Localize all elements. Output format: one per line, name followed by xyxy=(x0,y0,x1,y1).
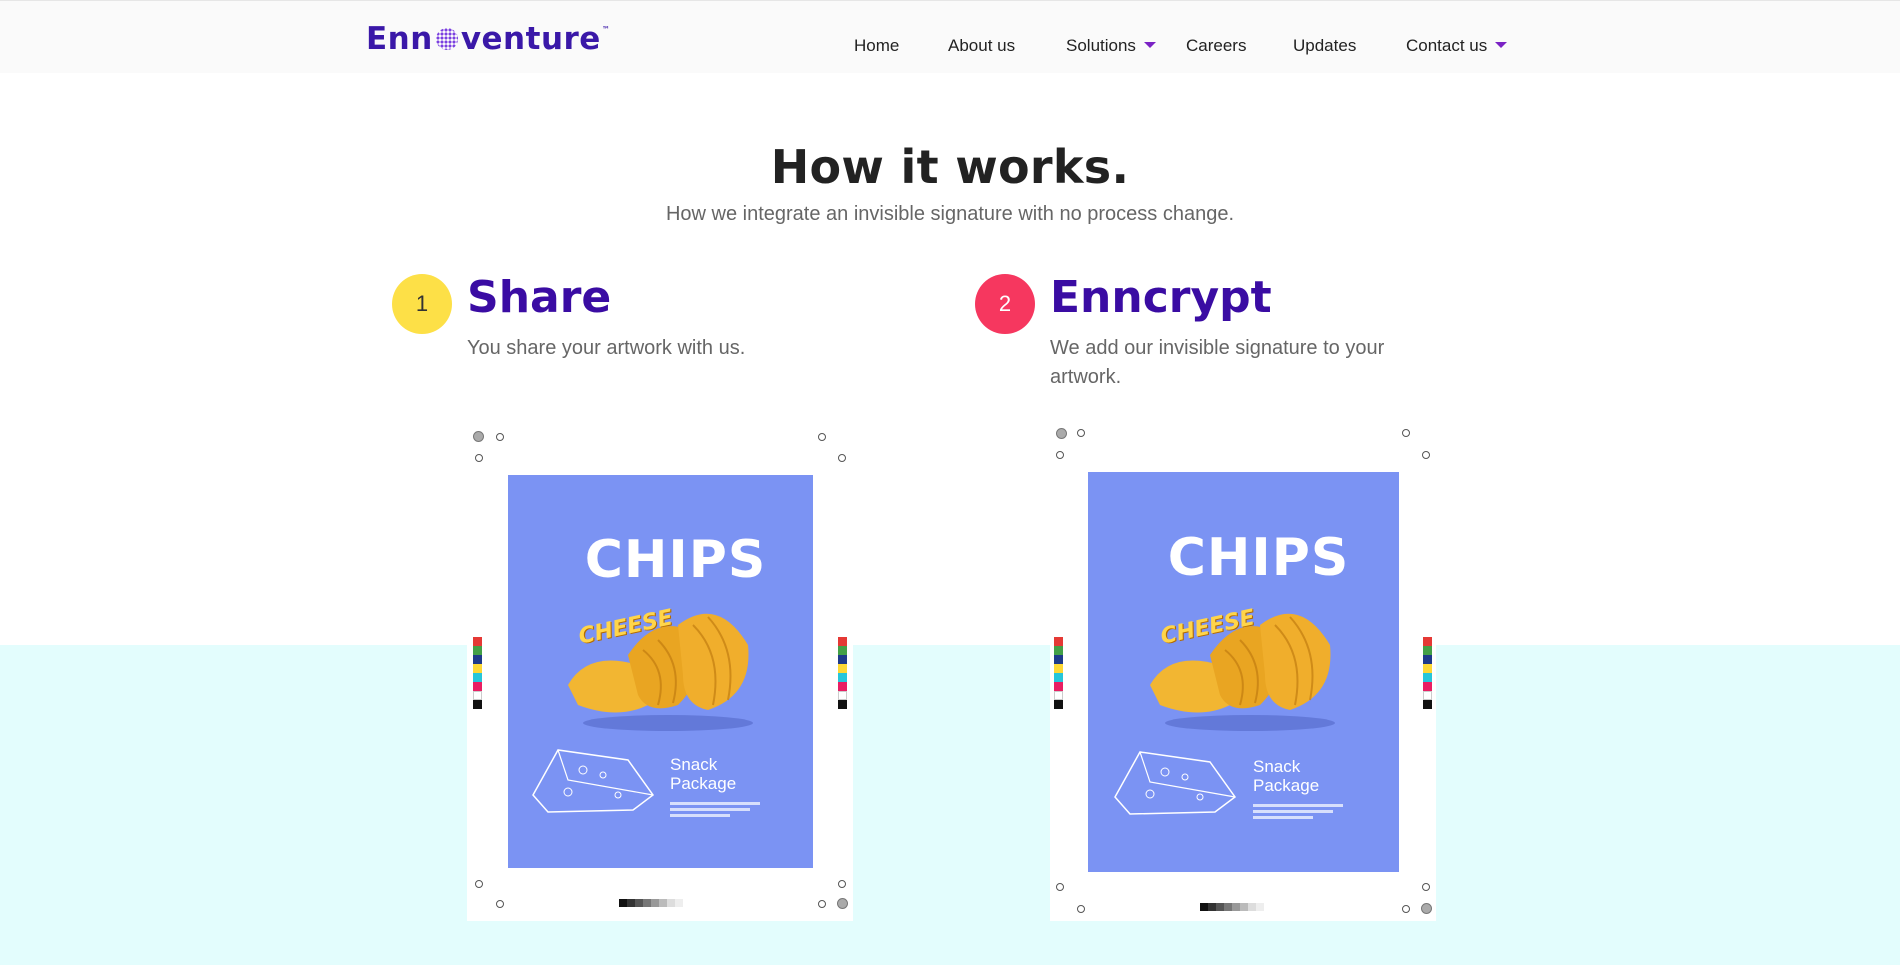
registration-mark-icon xyxy=(837,898,848,909)
section-subtitle: How we integrate an invisible signature … xyxy=(665,203,1235,225)
step-description: You share your artwork with us. xyxy=(467,337,746,359)
registration-mark-icon xyxy=(1422,883,1430,891)
nav-updates-label: Updates xyxy=(1293,36,1357,55)
package-product-line2: Package xyxy=(1253,776,1320,795)
step-title: Enncrypt xyxy=(1050,272,1272,323)
registration-mark-icon xyxy=(1402,905,1410,913)
page: Enn venture ™ Home About us Solutions Ca… xyxy=(0,0,1900,965)
package-product-line1: Snack xyxy=(1253,757,1301,776)
step-title: Share xyxy=(467,272,612,323)
package-product-line2: Package xyxy=(670,774,737,793)
fine-print xyxy=(670,802,760,805)
color-calibration-bar xyxy=(1054,637,1063,709)
registration-mark-icon xyxy=(818,900,826,908)
nav-solutions-label: Solutions xyxy=(1066,36,1136,55)
nav-about-us-label: About us xyxy=(948,36,1016,55)
chips-image xyxy=(568,613,753,731)
logo-text-right: venture xyxy=(460,21,601,57)
package-product-line1: Snack xyxy=(670,755,718,774)
registration-mark-icon xyxy=(473,431,484,442)
color-calibration-bar xyxy=(1423,637,1432,709)
logo-dot-icon xyxy=(435,28,458,50)
color-calibration-bar xyxy=(838,637,847,709)
background-band xyxy=(0,645,1900,965)
nav-home[interactable]: Home xyxy=(854,36,899,56)
registration-mark-icon xyxy=(496,433,504,441)
step-description: We add our invisible signature to your a… xyxy=(1050,337,1385,388)
fine-print xyxy=(1253,804,1343,807)
nav-careers-label: Careers xyxy=(1186,36,1247,55)
color-calibration-bar xyxy=(473,637,482,709)
cheese-sketch-image xyxy=(532,749,655,813)
nav-about-us[interactable]: About us xyxy=(948,36,1015,56)
fine-print xyxy=(1253,810,1333,813)
registration-mark-icon xyxy=(475,454,483,462)
nav-updates[interactable]: Updates xyxy=(1293,36,1356,56)
registration-mark-icon xyxy=(1056,428,1067,439)
fine-print xyxy=(1253,816,1313,819)
registration-mark-icon xyxy=(1402,429,1410,437)
registration-mark-icon xyxy=(1056,883,1064,891)
artwork-enncrypted: CHIPS CHEESE Snack Package xyxy=(1050,425,1436,921)
chips-package: CHIPS CHEESE Snack Package xyxy=(508,475,813,868)
package-headline: CHIPS xyxy=(584,530,767,590)
registration-mark-icon xyxy=(1422,451,1430,459)
section-title: How it works. xyxy=(770,140,1130,194)
registration-mark-icon xyxy=(1056,451,1064,459)
logo-trademark: ™ xyxy=(601,24,611,34)
nav-home-label: Home xyxy=(854,36,900,55)
package-product-name: Snack Package xyxy=(1253,757,1319,795)
nav-contact-us-label: Contact us xyxy=(1406,36,1488,55)
grayscale-bar xyxy=(619,899,683,907)
registration-mark-icon xyxy=(838,454,846,462)
cheese-sketch-image xyxy=(1114,751,1237,815)
nav-contact-us[interactable]: Contact us xyxy=(1406,36,1508,56)
registration-mark-icon xyxy=(838,880,846,888)
nav-careers[interactable]: Careers xyxy=(1186,36,1246,56)
registration-mark-icon xyxy=(1421,903,1432,914)
step-number: 2 xyxy=(998,291,1012,316)
chevron-down-icon xyxy=(1143,41,1156,48)
step-number: 1 xyxy=(415,291,429,316)
ennoventure-logo[interactable]: Enn venture ™ xyxy=(366,21,610,57)
nav-solutions[interactable]: Solutions xyxy=(1066,36,1156,56)
registration-mark-icon xyxy=(496,900,504,908)
chips-package: CHIPS CHEESE Snack Package xyxy=(1088,472,1399,872)
registration-mark-icon xyxy=(1077,429,1085,437)
site-header: Enn venture ™ Home About us Solutions Ca… xyxy=(0,0,1900,73)
artwork-original: CHIPS CHEESE Snack Package xyxy=(467,425,853,921)
fine-print xyxy=(670,814,730,817)
step-number-badge: 1 xyxy=(392,274,452,334)
package-product-name: Snack Package xyxy=(670,755,736,793)
logo-text-left: Enn xyxy=(366,21,433,57)
package-headline: CHIPS xyxy=(1167,528,1350,588)
chips-image xyxy=(1150,613,1335,731)
registration-mark-icon xyxy=(1077,905,1085,913)
registration-mark-icon xyxy=(475,880,483,888)
fine-print xyxy=(670,808,750,811)
chevron-down-icon xyxy=(1495,41,1508,48)
grayscale-bar xyxy=(1200,903,1264,911)
step-number-badge: 2 xyxy=(975,274,1035,334)
registration-mark-icon xyxy=(818,433,826,441)
